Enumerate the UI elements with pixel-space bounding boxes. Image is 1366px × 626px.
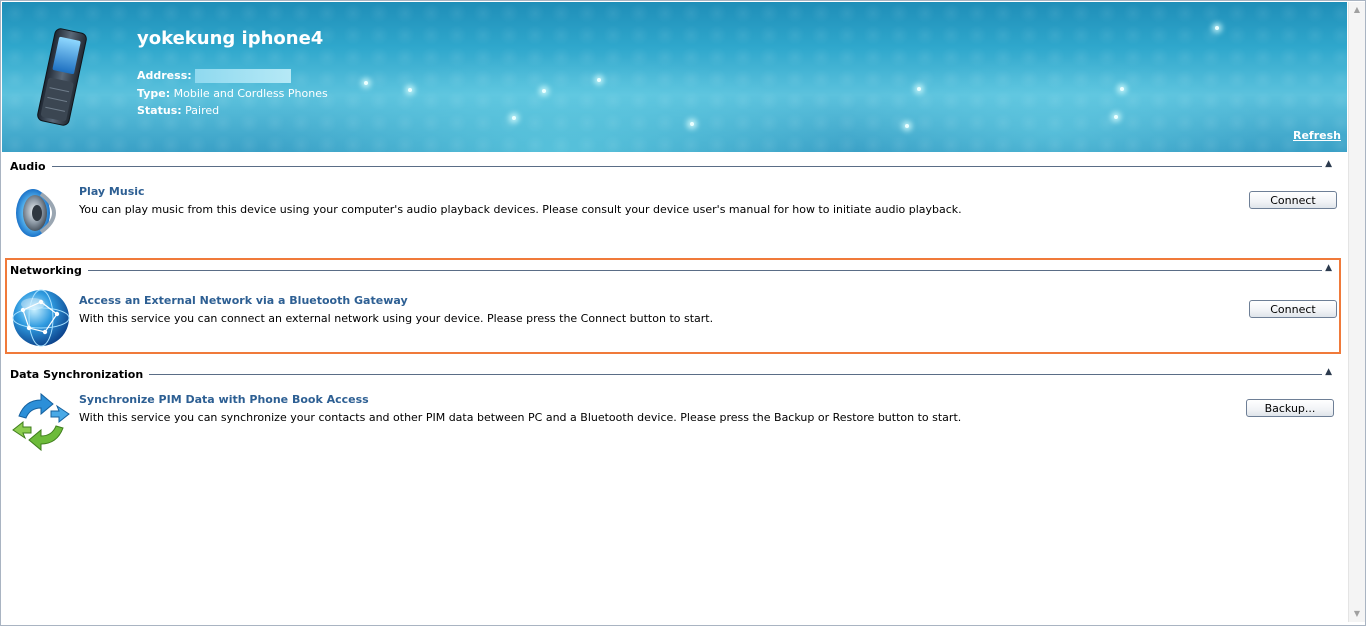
sparkle xyxy=(1114,115,1118,119)
collapse-chevron-icon[interactable]: ▲ xyxy=(1325,263,1332,273)
globe-network-icon xyxy=(12,289,70,347)
sync-arrows-icon xyxy=(12,392,70,452)
status-label: Status: xyxy=(137,104,182,117)
collapse-chevron-icon[interactable]: ▲ xyxy=(1325,159,1332,169)
section-divider xyxy=(139,374,1322,375)
sparkle xyxy=(364,81,368,85)
speaker-icon xyxy=(16,189,56,237)
service-title-network-gateway[interactable]: Access an External Network via a Bluetoo… xyxy=(79,294,408,307)
section-heading: Audio xyxy=(10,160,52,173)
sparkle xyxy=(542,89,546,93)
type-label: Type: xyxy=(137,87,171,100)
sparkle xyxy=(1120,87,1124,91)
sparkle xyxy=(905,124,909,128)
mobile-phone-icon xyxy=(37,28,87,126)
device-name: yokekung iphone4 xyxy=(137,28,324,49)
scroll-down-icon[interactable]: ▼ xyxy=(1349,606,1365,622)
sparkle xyxy=(1215,26,1219,30)
device-address-row: Address: xyxy=(137,69,291,83)
device-type-row: Type: Mobile and Cordless Phones xyxy=(137,87,328,100)
address-value-redacted xyxy=(194,69,291,83)
type-value: Mobile and Cordless Phones xyxy=(173,87,328,100)
section-divider xyxy=(46,166,1322,167)
section-heading: Data Synchronization xyxy=(10,368,150,381)
section-divider xyxy=(76,270,1322,271)
connect-button-audio[interactable]: Connect xyxy=(1249,191,1337,209)
connect-button-networking[interactable]: Connect xyxy=(1249,300,1337,318)
sparkle xyxy=(597,78,601,82)
collapse-chevron-icon[interactable]: ▲ xyxy=(1325,367,1332,377)
sparkle xyxy=(917,87,921,91)
service-description: You can play music from this device usin… xyxy=(79,203,962,216)
service-title-play-music[interactable]: Play Music xyxy=(79,185,145,198)
section-heading: Networking xyxy=(10,264,88,277)
backup-button[interactable]: Backup... xyxy=(1246,399,1334,417)
sparkle xyxy=(408,88,412,92)
service-description: With this service you can synchronize yo… xyxy=(79,411,962,424)
section-audio: Audio ▲ Play Music You can play music fr… xyxy=(6,159,1342,250)
address-label: Address: xyxy=(137,69,192,82)
service-description: With this service you can connect an ext… xyxy=(79,312,714,325)
refresh-link[interactable]: Refresh xyxy=(1293,129,1341,142)
status-value: Paired xyxy=(185,104,220,117)
sparkle xyxy=(512,116,516,120)
device-header-banner: yokekung iphone4 Address: Type: Mobile a… xyxy=(2,2,1347,152)
device-status-row: Status: Paired xyxy=(137,104,219,117)
scroll-up-icon[interactable]: ▲ xyxy=(1349,2,1365,18)
vertical-scrollbar[interactable]: ▲ ▼ xyxy=(1348,2,1365,622)
sparkle xyxy=(690,122,694,126)
section-networking: Networking ▲ Access an External Network … xyxy=(6,263,1342,354)
section-data-sync: Data Synchronization ▲ Synchronize PIM D… xyxy=(6,367,1342,458)
service-title-pim-sync[interactable]: Synchronize PIM Data with Phone Book Acc… xyxy=(79,393,369,406)
